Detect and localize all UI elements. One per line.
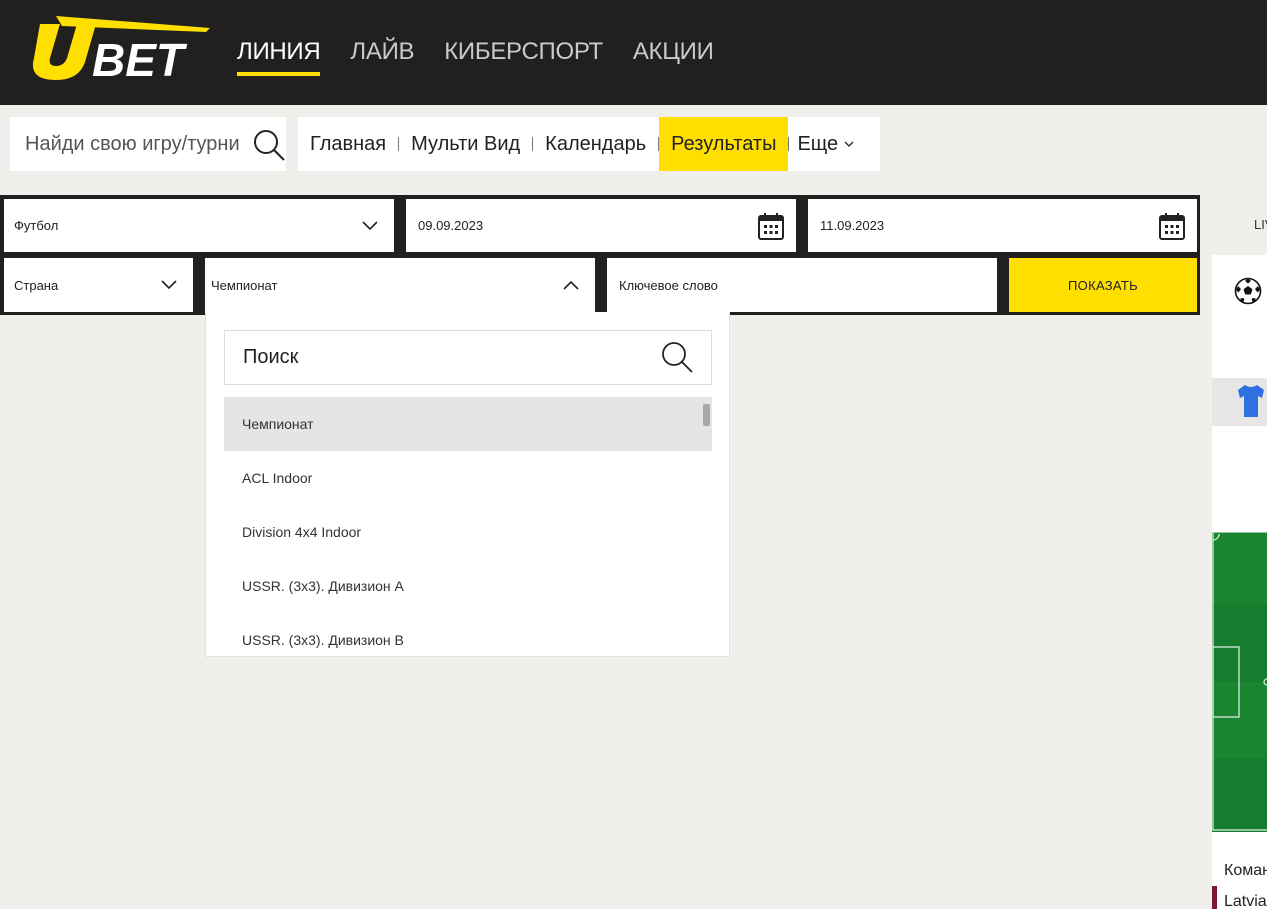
- search-icon[interactable]: [661, 341, 693, 373]
- submenu-more[interactable]: Еще: [789, 133, 854, 156]
- search-icon[interactable]: [252, 128, 286, 162]
- football-icon: [1234, 277, 1262, 305]
- nav-line[interactable]: ЛИНИЯ: [237, 38, 321, 76]
- date-to-value: 11.09.2023: [820, 218, 885, 233]
- date-to-field[interactable]: 11.09.2023: [808, 199, 1197, 252]
- dropdown-option[interactable]: USSR. (3x3). Дивизион А: [224, 559, 712, 613]
- live-tab[interactable]: LIVE: [1254, 217, 1267, 232]
- chevron-down-icon: [362, 220, 378, 230]
- top-header: BET ЛИНИЯ ЛАЙВ КИБЕРСПОРТ АКЦИИ: [0, 0, 1267, 105]
- nav-promotions[interactable]: АКЦИИ: [633, 38, 714, 76]
- game-search-input[interactable]: [25, 117, 240, 171]
- show-button[interactable]: ПОКАЗАТЬ: [1009, 258, 1197, 312]
- country-label: Latvia: [1224, 893, 1267, 909]
- dropdown-scrollbar[interactable]: [703, 404, 710, 426]
- dropdown-option[interactable]: USSR. (3x3). Дивизион В: [224, 613, 712, 656]
- chevron-down-icon: [844, 141, 854, 147]
- game-search: [10, 117, 286, 171]
- submenu-calendar[interactable]: Календарь: [533, 117, 658, 171]
- country-select[interactable]: Страна: [4, 258, 193, 312]
- chevron-up-icon: [563, 280, 579, 290]
- chevron-down-icon: [161, 280, 177, 290]
- keyword-field: [607, 258, 997, 312]
- dropdown-search-input[interactable]: [243, 331, 643, 384]
- submenu-multiview[interactable]: Мульти Вид: [399, 117, 532, 171]
- submenu-home[interactable]: Главная: [298, 117, 398, 171]
- dropdown-list: Чемпионат ACL Indoor Division 4x4 Indoor…: [224, 397, 712, 656]
- team-label: Команда: [1224, 862, 1267, 879]
- dropdown-search: [224, 330, 712, 385]
- sport-select[interactable]: Футбол: [4, 199, 394, 252]
- sub-menu: Главная Мульти Вид Календарь Результаты …: [298, 117, 880, 171]
- nav-live[interactable]: ЛАЙВ: [350, 38, 414, 76]
- keyword-input[interactable]: [619, 277, 960, 293]
- shirt-icon: [1238, 385, 1264, 417]
- ubet-logo[interactable]: BET: [26, 14, 210, 84]
- dropdown-option[interactable]: ACL Indoor: [224, 451, 712, 505]
- main-nav: ЛИНИЯ ЛАЙВ КИБЕРСПОРТ АКЦИИ: [237, 38, 744, 76]
- dropdown-option[interactable]: Division 4x4 Indoor: [224, 505, 712, 559]
- nav-esports[interactable]: КИБЕРСПОРТ: [444, 38, 603, 76]
- date-from-value: 09.09.2023: [418, 218, 484, 233]
- championship-dropdown: Чемпионат ACL Indoor Division 4x4 Indoor…: [205, 312, 730, 657]
- date-from-field[interactable]: 09.09.2023: [406, 199, 796, 252]
- submenu-results[interactable]: Результаты: [659, 117, 789, 171]
- svg-text:BET: BET: [92, 34, 188, 84]
- country-select-value: Страна: [14, 277, 59, 293]
- championship-select[interactable]: Чемпионат: [205, 258, 595, 312]
- calendar-icon[interactable]: [758, 212, 784, 240]
- dropdown-option[interactable]: Чемпионат: [224, 397, 712, 451]
- championship-select-value: Чемпионат: [211, 277, 278, 293]
- sport-select-value: Футбол: [14, 218, 59, 233]
- submenu-more-label: Еще: [797, 132, 839, 155]
- football-pitch: [1212, 532, 1267, 832]
- calendar-icon[interactable]: [1159, 212, 1185, 240]
